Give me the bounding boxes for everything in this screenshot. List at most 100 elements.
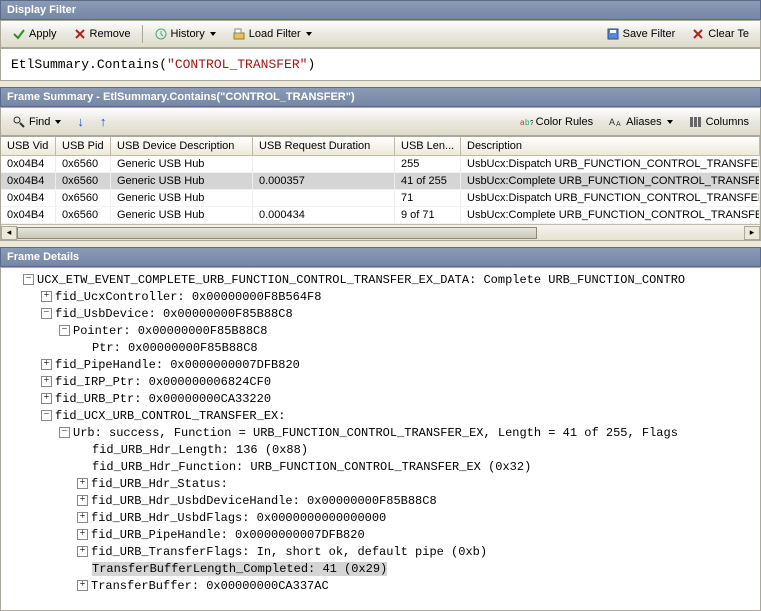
collapse-icon[interactable]: − <box>41 308 52 319</box>
chevron-down-icon <box>306 32 312 36</box>
table-cell: 255 <box>395 156 461 172</box>
tree-node[interactable]: +TransferBuffer: 0x00000000CA337AC <box>1 578 758 595</box>
filter-expr-suffix: ) <box>307 57 315 72</box>
collapse-icon[interactable]: − <box>59 325 70 336</box>
expand-icon[interactable]: + <box>77 546 88 557</box>
scroll-right-button[interactable]: ▸ <box>744 226 760 240</box>
columns-button[interactable]: Columns <box>682 112 756 132</box>
arrow-down-button[interactable]: ↓ <box>70 111 91 132</box>
remove-icon <box>73 27 87 41</box>
save-filter-button[interactable]: Save Filter <box>599 24 683 44</box>
expand-icon[interactable]: + <box>77 529 88 540</box>
expand-icon[interactable]: + <box>77 478 88 489</box>
tree-node[interactable]: −fid_UsbDevice: 0x00000000F85B88C8 <box>1 306 758 323</box>
remove-label: Remove <box>90 28 131 40</box>
table-row[interactable]: 0x04B40x6560Generic USB Hub0.00035741 of… <box>1 173 760 190</box>
find-label: Find <box>29 116 50 128</box>
display-filter-title: Display Filter <box>0 0 761 20</box>
table-cell: 0x04B4 <box>1 156 56 172</box>
svg-text:?: ? <box>530 120 533 127</box>
svg-text:A: A <box>616 121 621 128</box>
filter-expression-editor[interactable]: EtlSummary.Contains("CONTROL_TRANSFER") <box>0 48 761 81</box>
col-usb-request-duration[interactable]: USB Request Duration <box>253 137 395 156</box>
table-cell <box>253 156 395 172</box>
table-cell: 0x6560 <box>56 190 111 206</box>
find-button[interactable]: Find <box>5 112 68 132</box>
frame-summary-title: Frame Summary - EtlSummary.Contains("CON… <box>0 87 761 107</box>
col-usb-pid[interactable]: USB Pid <box>56 137 111 156</box>
table-cell: 41 of 255 <box>395 173 461 189</box>
tree-node[interactable]: fid_URB_Hdr_Length: 136 (0x88) <box>1 442 758 459</box>
tree-node[interactable]: +fid_URB_PipeHandle: 0x0000000007DFB820 <box>1 527 758 544</box>
table-cell: 0.000357 <box>253 173 395 189</box>
table-cell: UsbUcx:Dispatch URB_FUNCTION_CONTROL_TRA… <box>461 190 760 206</box>
display-filter-toolbar: Apply Remove History Load Filter Save Fi… <box>0 20 761 48</box>
tree-node[interactable]: +fid_URB_Hdr_UsbdFlags: 0x00000000000000… <box>1 510 758 527</box>
table-cell <box>253 190 395 206</box>
tree-node[interactable]: −Pointer: 0x00000000F85B88C8 <box>1 323 758 340</box>
scroll-thumb[interactable] <box>17 227 537 239</box>
collapse-icon[interactable]: − <box>23 274 34 285</box>
tree-node[interactable]: TransferBufferLength_Completed: 41 (0x29… <box>1 561 758 578</box>
expand-icon[interactable]: + <box>77 495 88 506</box>
chevron-down-icon <box>667 120 673 124</box>
expand-icon[interactable]: + <box>41 359 52 370</box>
apply-button[interactable]: Apply <box>5 24 64 44</box>
expand-icon[interactable]: + <box>41 291 52 302</box>
col-usb-len[interactable]: USB Len... <box>395 137 461 156</box>
tree-node[interactable]: fid_URB_Hdr_Function: URB_FUNCTION_CONTR… <box>1 459 758 476</box>
grid-body: 0x04B40x6560Generic USB Hub255UsbUcx:Dis… <box>1 156 760 224</box>
columns-icon <box>689 115 703 129</box>
grid-header: USB Vid USB Pid USB Device Description U… <box>1 137 760 156</box>
collapse-icon[interactable]: − <box>59 427 70 438</box>
expand-icon[interactable]: + <box>77 512 88 523</box>
arrow-down-icon: ↓ <box>77 114 84 129</box>
tree-node[interactable]: −UCX_ETW_EVENT_COMPLETE_URB_FUNCTION_CON… <box>1 272 758 289</box>
col-usb-vid[interactable]: USB Vid <box>1 137 56 156</box>
arrow-up-button[interactable]: ↑ <box>93 111 114 132</box>
collapse-icon[interactable]: − <box>41 410 52 421</box>
chevron-down-icon <box>210 32 216 36</box>
tree-node[interactable]: −Urb: success, Function = URB_FUNCTION_C… <box>1 425 758 442</box>
table-cell: 0x04B4 <box>1 173 56 189</box>
scroll-left-button[interactable]: ◂ <box>1 226 17 240</box>
table-row[interactable]: 0x04B40x6560Generic USB Hub0.0004349 of … <box>1 207 760 224</box>
expand-icon[interactable]: + <box>41 393 52 404</box>
table-cell: 0x6560 <box>56 173 111 189</box>
clear-text-label: Clear Te <box>708 28 749 40</box>
col-description[interactable]: Description <box>461 137 760 156</box>
table-cell: 0x6560 <box>56 156 111 172</box>
table-cell: UsbUcx:Dispatch URB_FUNCTION_CONTROL_TRA… <box>461 156 760 172</box>
scroll-track[interactable] <box>17 226 744 240</box>
table-row[interactable]: 0x04B40x6560Generic USB Hub255UsbUcx:Dis… <box>1 156 760 173</box>
load-filter-button[interactable]: Load Filter <box>225 24 319 44</box>
save-filter-label: Save Filter <box>623 28 676 40</box>
filter-expr-string: "CONTROL_TRANSFER" <box>167 57 307 72</box>
tree-node[interactable]: +fid_IRP_Ptr: 0x000000006824CF0 <box>1 374 758 391</box>
load-icon <box>232 27 246 41</box>
tree-node[interactable]: +fid_UcxController: 0x00000000F8B564F8 <box>1 289 758 306</box>
remove-button[interactable]: Remove <box>66 24 138 44</box>
tree-node[interactable]: −fid_UCX_URB_CONTROL_TRANSFER_EX: <box>1 408 758 425</box>
color-rules-button[interactable]: ab? Color Rules <box>512 112 600 132</box>
frame-details-tree[interactable]: −UCX_ETW_EVENT_COMPLETE_URB_FUNCTION_CON… <box>0 267 761 611</box>
horizontal-scrollbar[interactable]: ◂ ▸ <box>1 224 760 240</box>
clear-text-button[interactable]: Clear Te <box>684 24 756 44</box>
frame-summary-grid[interactable]: USB Vid USB Pid USB Device Description U… <box>0 136 761 241</box>
aliases-button[interactable]: AA Aliases <box>602 112 679 132</box>
table-row[interactable]: 0x04B40x6560Generic USB Hub71UsbUcx:Disp… <box>1 190 760 207</box>
tree-node[interactable]: +fid_URB_Hdr_UsbdDeviceHandle: 0x0000000… <box>1 493 758 510</box>
tree-node[interactable]: +fid_URB_Ptr: 0x00000000CA33220 <box>1 391 758 408</box>
history-button[interactable]: History <box>147 24 223 44</box>
tree-node[interactable]: +fid_URB_Hdr_Status: <box>1 476 758 493</box>
tree-node[interactable]: +fid_URB_TransferFlags: In, short ok, de… <box>1 544 758 561</box>
expand-icon[interactable]: + <box>77 580 88 591</box>
tree-node[interactable]: +fid_PipeHandle: 0x0000000007DFB820 <box>1 357 758 374</box>
tree-node[interactable]: Ptr: 0x00000000F85B88C8 <box>1 340 758 357</box>
table-cell: Generic USB Hub <box>111 207 253 223</box>
apply-icon <box>12 27 26 41</box>
expand-icon[interactable]: + <box>41 376 52 387</box>
table-cell: Generic USB Hub <box>111 190 253 206</box>
col-usb-device-description[interactable]: USB Device Description <box>111 137 253 156</box>
columns-label: Columns <box>706 116 749 128</box>
